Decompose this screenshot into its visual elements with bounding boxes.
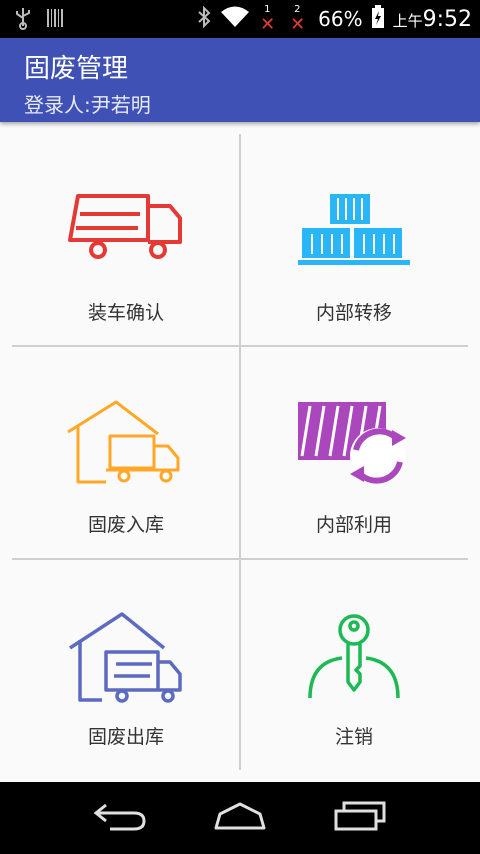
back-icon <box>92 799 148 837</box>
wifi-icon <box>220 5 250 33</box>
recents-icon <box>332 799 388 837</box>
time-prefix: 上午 <box>392 11 423 30</box>
no-signal-icon: ✕ <box>290 14 306 35</box>
barcode-icon <box>46 7 64 33</box>
menu-grid: 装车确认 内部转移 固废入库 内部利用 固废出库 注销 <box>12 134 468 770</box>
warehouse-truck-icon <box>66 400 186 490</box>
menu-item-label: 固废出库 <box>87 726 164 748</box>
menu-item-internal-transfer[interactable]: 内部转移 <box>240 134 468 346</box>
time: 9:52 <box>422 6 472 32</box>
battery-percent: 66% <box>318 7 363 31</box>
menu-item-label: 内部转移 <box>315 302 392 324</box>
app-bar: 固废管理 登录人:尹若明 <box>0 38 480 122</box>
sim2-signal: 2 ✕ <box>288 4 310 35</box>
menu-item-label: 固废入库 <box>87 514 164 536</box>
status-bar: 1 ✕ 2 ✕ 66% 上午 9:52 <box>0 0 480 38</box>
menu-item-logout[interactable]: 注销 <box>240 558 468 770</box>
menu-item-label: 注销 <box>334 726 373 748</box>
menu-item-waste-outbound[interactable]: 固废出库 <box>12 558 240 770</box>
back-button[interactable] <box>80 794 160 842</box>
recycle-icon <box>296 400 412 490</box>
logged-in-user: 登录人:尹若明 <box>24 93 151 117</box>
navigation-bar <box>0 782 480 854</box>
home-button[interactable] <box>200 794 280 842</box>
menu-item-internal-use[interactable]: 内部利用 <box>240 346 468 558</box>
menu-item-label: 内部利用 <box>315 514 392 536</box>
menu-item-loading-confirm[interactable]: 装车确认 <box>12 134 240 346</box>
sim1-signal: 1 ✕ <box>258 4 280 35</box>
clock: 上午 9:52 <box>393 7 472 32</box>
battery-icon <box>371 5 385 33</box>
boxes-icon <box>298 188 410 272</box>
no-signal-icon: ✕ <box>260 14 276 35</box>
logout-user-key-icon <box>306 612 402 706</box>
warehouse-truck-icon <box>68 612 184 708</box>
bluetooth-icon <box>196 5 212 33</box>
usb-icon <box>14 6 32 34</box>
menu-item-waste-inbound[interactable]: 固废入库 <box>12 346 240 558</box>
truck-icon <box>66 188 186 270</box>
home-icon <box>212 800 268 836</box>
menu-item-label: 装车确认 <box>87 302 164 324</box>
page-title: 固废管理 <box>24 54 129 84</box>
recents-button[interactable] <box>320 794 400 842</box>
